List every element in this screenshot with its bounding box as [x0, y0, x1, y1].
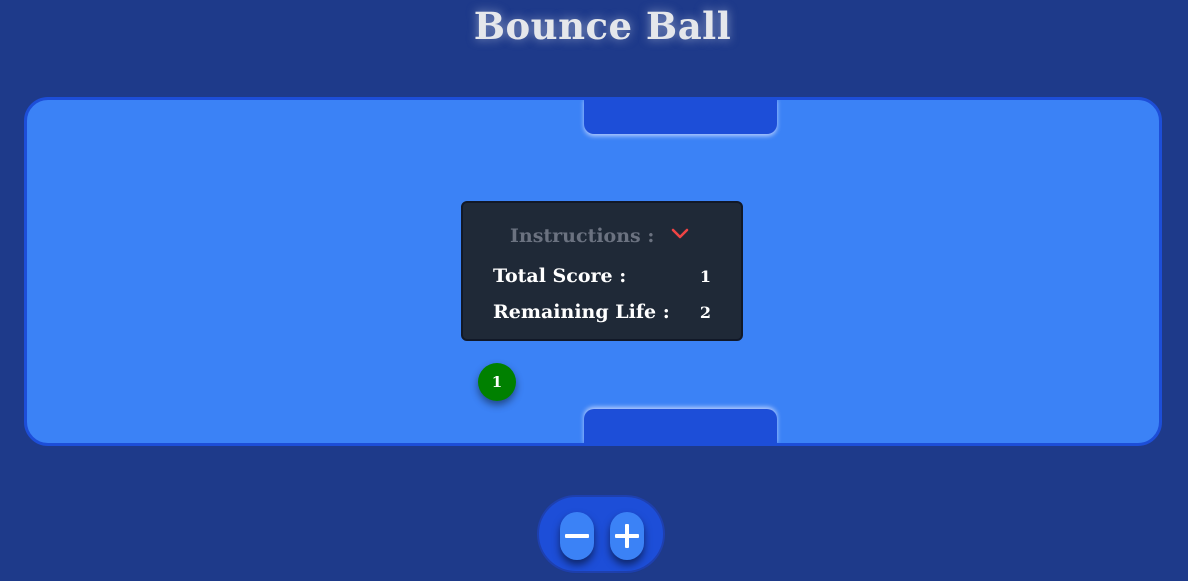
info-panel: Instructions : Total Score : 1 Remaining… [461, 201, 743, 341]
top-paddle [584, 100, 777, 134]
increase-button[interactable] [610, 512, 644, 560]
bottom-paddle [584, 409, 777, 443]
life-value: 2 [699, 303, 711, 322]
minus-icon [565, 534, 589, 538]
score-value: 1 [699, 267, 711, 286]
game-board: Instructions : Total Score : 1 Remaining… [24, 97, 1162, 446]
instructions-row[interactable]: Instructions : [463, 225, 741, 249]
instructions-label: Instructions : [510, 225, 655, 247]
life-row: Remaining Life : 2 [463, 301, 741, 325]
score-label: Total Score : [493, 265, 627, 287]
plus-icon [615, 524, 639, 548]
game-title: Bounce Ball [473, 4, 732, 48]
ball: 1 [478, 363, 516, 401]
life-label: Remaining Life : [493, 301, 670, 323]
controls-pill [537, 495, 665, 573]
score-row: Total Score : 1 [463, 265, 741, 289]
decrease-button[interactable] [560, 512, 594, 560]
chevron-down-icon[interactable] [671, 227, 689, 241]
